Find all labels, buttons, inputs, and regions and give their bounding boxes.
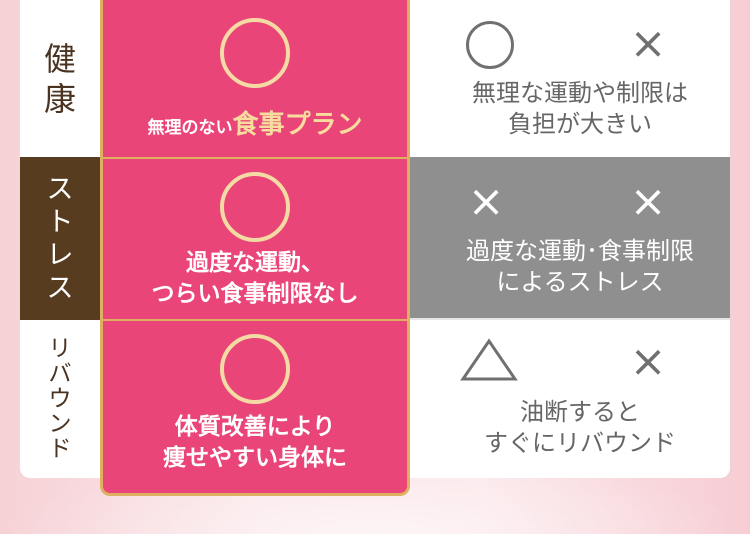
- circle-icon: [220, 172, 290, 242]
- highlight-text-rebound: 体質改善により 痩せやすい身体に: [100, 412, 410, 474]
- highlight-divider: [100, 319, 410, 321]
- compare-text-health: 無理な運動や制限は 負担が大きい: [420, 78, 730, 140]
- row-label-char: ウ: [48, 385, 72, 412]
- row-label-stress: ス ト レ ス: [20, 157, 100, 320]
- compare-text-line: 負担が大きい: [508, 110, 652, 138]
- circle-icon: [220, 334, 290, 404]
- compare-text-stress: 過度な運動･食事制限 によるストレス: [420, 236, 730, 298]
- cross-icon: ×: [629, 18, 667, 69]
- highlight-text-line: 体質改善により: [174, 414, 336, 440]
- triangle-icon: [460, 338, 518, 381]
- row-label-char: リ: [48, 335, 72, 362]
- highlight-text-stress: 過度な運動、 つらい食事制限なし: [100, 248, 410, 310]
- row-label-char: ド: [48, 435, 72, 462]
- row-label-rebound: リ バ ウ ン ド: [20, 320, 100, 478]
- highlight-text-line: 痩せやすい身体に: [163, 445, 347, 471]
- row-label-char: ス: [46, 272, 74, 304]
- plan-prefix: 無理のない: [147, 118, 233, 138]
- row-label-char: 健: [43, 39, 76, 78]
- row-label-char: ン: [48, 410, 72, 437]
- circle-icon: [220, 18, 290, 88]
- compare-text-line: 油断すると: [520, 398, 640, 426]
- compare-text-line: 無理な運動や制限は: [472, 79, 688, 107]
- highlight-text-line: 過度な運動、: [186, 250, 324, 276]
- row-label-health: 健 康: [20, 0, 100, 157]
- row-label-char: 康: [43, 79, 76, 118]
- circle-icon: [466, 21, 514, 69]
- cross-icon: ×: [467, 176, 505, 227]
- highlight-text-health: 無理のない食事プラン: [100, 108, 410, 145]
- highlight-divider: [100, 157, 410, 159]
- highlight-text-line: つらい食事制限なし: [151, 281, 359, 307]
- row-label-char: ト: [46, 206, 74, 238]
- cross-icon: ×: [629, 336, 667, 387]
- cross-icon: ×: [629, 176, 667, 227]
- row-label-char: ス: [46, 173, 74, 205]
- row-label-char: レ: [46, 239, 74, 271]
- compare-text-line: 過度な運動･食事制限: [466, 237, 694, 265]
- compare-text-line: によるストレス: [496, 268, 664, 296]
- compare-text-line: すぐにリバウンド: [484, 429, 676, 457]
- row-label-char: バ: [48, 360, 72, 387]
- compare-text-rebound: 油断すると すぐにリバウンド: [420, 397, 730, 459]
- plan-title: 食事プラン: [232, 110, 363, 140]
